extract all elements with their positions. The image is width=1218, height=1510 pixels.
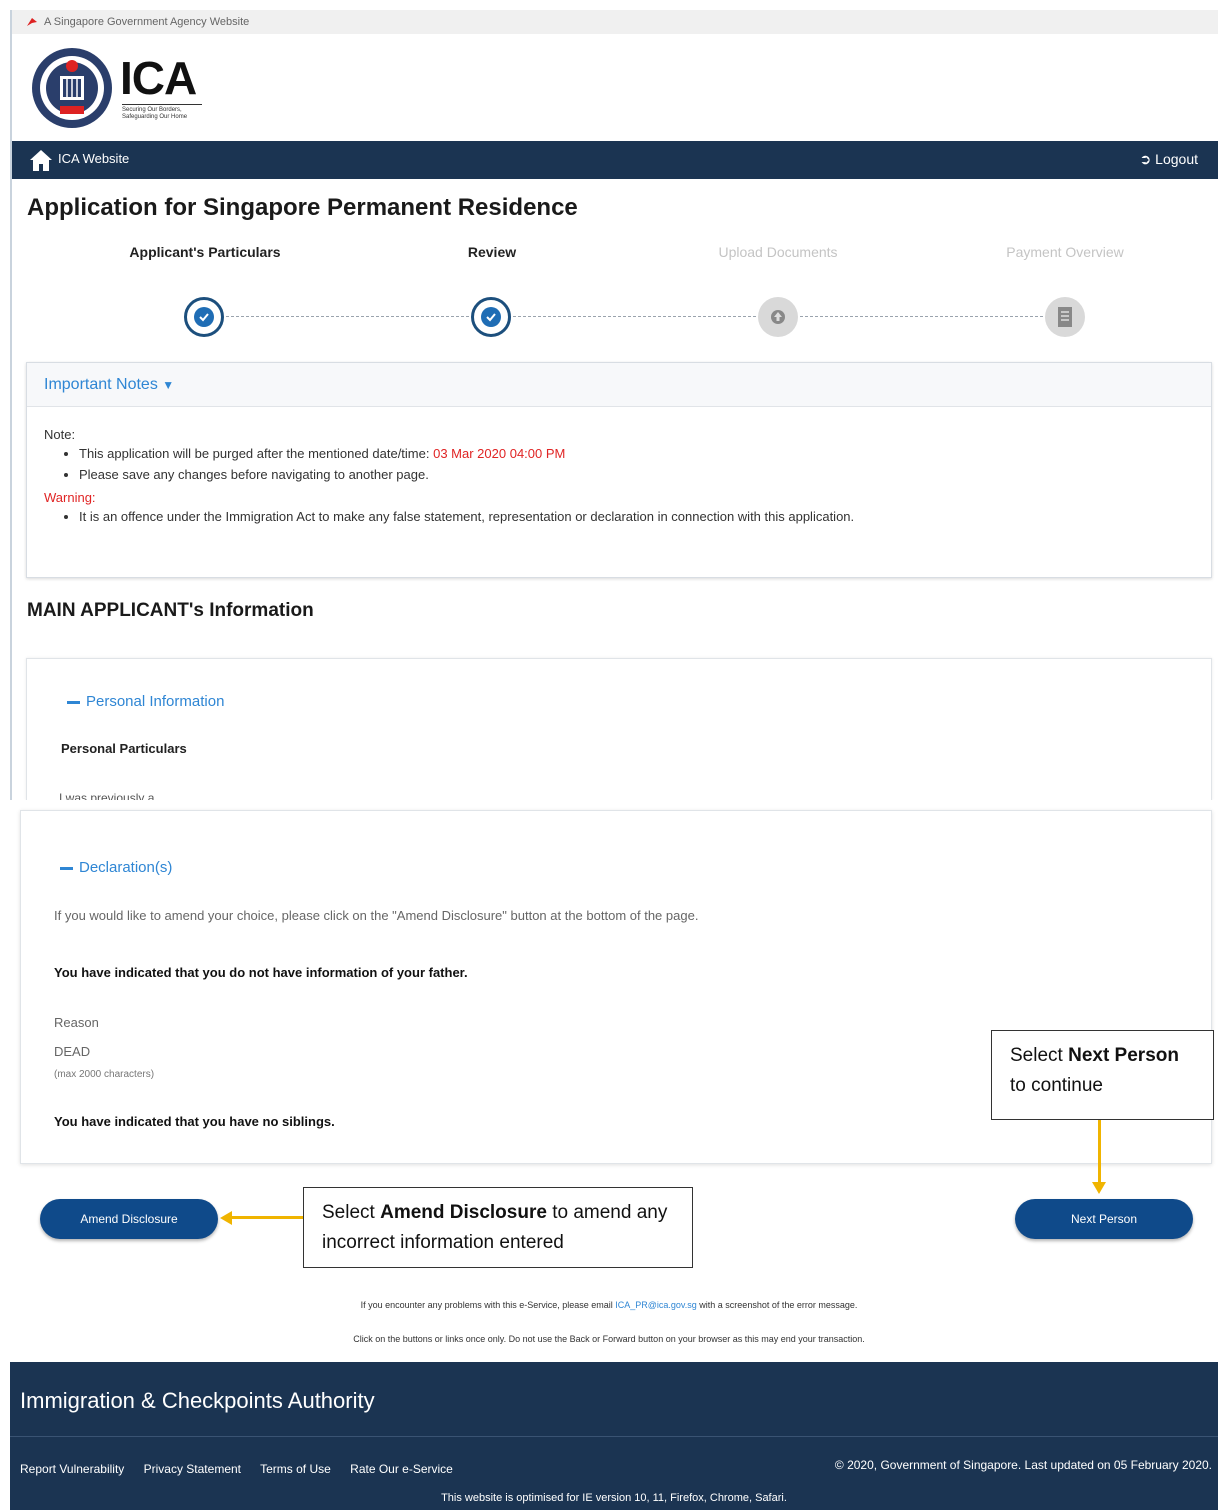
step-connector [226, 316, 469, 317]
father-declaration-text: You have indicated that you do not have … [54, 965, 468, 980]
logout-label: Logout [1155, 151, 1198, 167]
step-connector [513, 316, 756, 317]
site-footer: Immigration & Checkpoints Authority Repo… [10, 1362, 1218, 1510]
ica-logo-tagline: Securing Our Borders, Safeguarding Our H… [122, 104, 202, 121]
step-review-check-icon [471, 297, 511, 337]
arrow-down-icon [1092, 1182, 1106, 1194]
amend-disclosure-button[interactable]: Amend Disclosure [40, 1199, 218, 1239]
footer-link-report-vulnerability[interactable]: Report Vulnerability [20, 1462, 124, 1476]
reason-value: DEAD [54, 1044, 91, 1059]
callout-arrow [232, 1216, 303, 1219]
personal-information-card: Personal Information Personal Particular… [26, 658, 1212, 800]
footer-link-privacy-statement[interactable]: Privacy Statement [144, 1462, 241, 1476]
support-email-link[interactable]: ICA_PR@ica.gov.sg [615, 1300, 697, 1310]
amend-disclosure-callout: Select Amend Disclosure to amend any inc… [303, 1187, 693, 1268]
callout-arrow [1098, 1120, 1101, 1182]
support-email-note: If you encounter any problems with this … [360, 1300, 858, 1310]
navigation-warning-note: Click on the buttons or links once only.… [353, 1334, 865, 1344]
important-notes-panel: Important Notes ▼ Note: This application… [26, 362, 1212, 578]
warning-text: It is an offence under the Immigration A… [79, 509, 1211, 524]
footer-title: Immigration & Checkpoints Authority [20, 1388, 375, 1413]
cropped-field-label: I was previously a [59, 791, 155, 800]
important-notes-label: Important Notes [44, 376, 158, 393]
step-label-payment: Payment Overview [1006, 244, 1124, 260]
next-person-button[interactable]: Next Person [1015, 1199, 1193, 1239]
lion-head-icon [27, 18, 37, 26]
purge-note: This application will be purged after th… [79, 446, 1211, 461]
save-note: Please save any changes before navigatin… [79, 467, 1211, 482]
collapse-minus-icon [60, 866, 73, 870]
step-particulars-check-icon [184, 297, 224, 337]
step-upload-icon [758, 297, 798, 337]
arrow-left-icon [220, 1211, 232, 1225]
declarations-toggle[interactable]: Declaration(s) [60, 859, 172, 876]
collapse-minus-icon [67, 700, 80, 704]
footer-links: Report Vulnerability Privacy Statement T… [20, 1462, 469, 1476]
reason-label: Reason [54, 1015, 99, 1030]
logout-icon: ➲ [1139, 151, 1152, 167]
step-label-particulars: Applicant's Particulars [129, 244, 281, 260]
note-label: Note: [44, 427, 76, 442]
footer-divider [10, 1436, 1218, 1437]
step-payment-document-icon [1045, 297, 1085, 337]
home-icon[interactable] [28, 147, 54, 173]
logo-area: ICA Securing Our Borders, Safeguarding O… [12, 34, 1218, 141]
top-navbar: ICA Website ➲ Logout [12, 141, 1218, 179]
step-label-upload: Upload Documents [718, 244, 838, 260]
footer-copyright: © 2020, Government of Singapore. Last up… [834, 1458, 1212, 1472]
step-label-review: Review [467, 244, 517, 260]
footer-link-rate-eservice[interactable]: Rate Our e-Service [350, 1462, 453, 1476]
amend-hint-text: If you would like to amend your choice, … [54, 908, 699, 923]
personal-particulars-heading: Personal Particulars [61, 741, 187, 756]
important-notes-toggle[interactable]: Important Notes ▼ [27, 363, 1211, 407]
ica-website-link[interactable]: ICA Website [58, 151, 129, 166]
main-applicant-heading: MAIN APPLICANT's Information [27, 600, 314, 621]
ica-logo-text: ICA [120, 52, 197, 104]
siblings-declaration-text: You have indicated that you have no sibl… [54, 1114, 335, 1129]
screenshot-split [0, 800, 1218, 808]
next-person-callout: Select Next Person to continue [991, 1030, 1214, 1120]
page-title: Application for Singapore Permanent Resi… [27, 194, 578, 221]
warning-label: Warning: [44, 490, 96, 505]
max-characters-hint: (max 2000 characters) [54, 1069, 155, 1080]
gov-banner: A Singapore Government Agency Website [12, 10, 1218, 34]
gov-banner-text: A Singapore Government Agency Website [44, 16, 250, 28]
personal-information-toggle[interactable]: Personal Information [67, 693, 224, 710]
browser-optimisation-note: This website is optimised for IE version… [441, 1492, 787, 1504]
logout-button[interactable]: ➲ Logout [1140, 151, 1198, 168]
footer-link-terms-of-use[interactable]: Terms of Use [260, 1462, 331, 1476]
step-connector [800, 316, 1043, 317]
ica-crest-icon[interactable] [30, 46, 114, 130]
chevron-down-icon: ▼ [162, 378, 175, 392]
purge-datetime: 03 Mar 2020 04:00 PM [433, 446, 566, 461]
